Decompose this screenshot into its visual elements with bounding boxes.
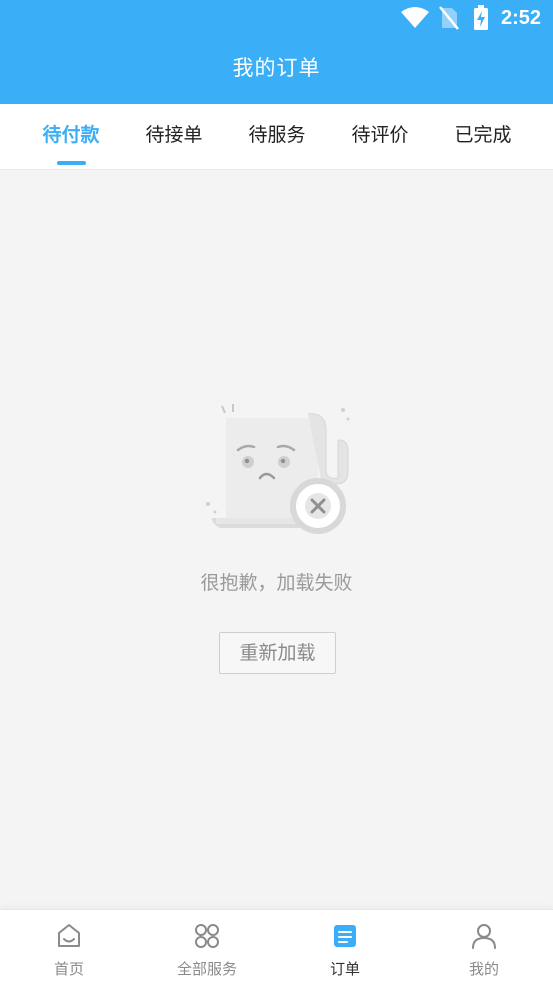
nav-orders[interactable]: 订单 — [276, 910, 414, 983]
active-tab-indicator — [57, 161, 86, 165]
load-failed-message: 很抱歉，加载失败 — [200, 572, 353, 594]
status-bar: 2:52 — [0, 0, 553, 38]
bottom-navigation: 首页 全部服务 订单 我的 — [0, 909, 553, 983]
status-time: 2:52 — [500, 7, 541, 29]
no-sim-icon — [439, 6, 459, 30]
nav-orders-label: 订单 — [329, 960, 360, 978]
nav-profile-label: 我的 — [468, 960, 499, 978]
home-icon — [58, 924, 80, 947]
orders-icon — [334, 925, 356, 947]
load-failed-illustration — [206, 404, 350, 534]
profile-icon — [472, 924, 496, 949]
services-grid-icon — [195, 924, 219, 948]
nav-home[interactable]: 首页 — [0, 910, 138, 983]
wifi-icon — [401, 7, 429, 28]
tab-pending-service[interactable]: 待服务 — [227, 120, 327, 147]
nav-profile[interactable]: 我的 — [415, 910, 553, 983]
page-title: 我的订单 — [232, 56, 321, 80]
tab-pending-acceptance[interactable]: 待接单 — [124, 120, 224, 147]
app-header: 2:52 我的订单 — [0, 0, 553, 104]
battery-charging-icon — [474, 5, 488, 30]
tab-completed[interactable]: 已完成 — [433, 120, 533, 147]
tab-pending-payment[interactable]: 待付款 — [21, 120, 121, 147]
tab-pending-review[interactable]: 待评价 — [330, 120, 430, 147]
reload-button[interactable]: 重新加载 — [219, 632, 336, 674]
order-tabs: 待付款 待接单 待服务 待评价 已完成 — [0, 104, 553, 170]
nav-all-services[interactable]: 全部服务 — [138, 910, 276, 983]
nav-all-services-label: 全部服务 — [176, 960, 237, 978]
nav-home-label: 首页 — [53, 960, 84, 978]
